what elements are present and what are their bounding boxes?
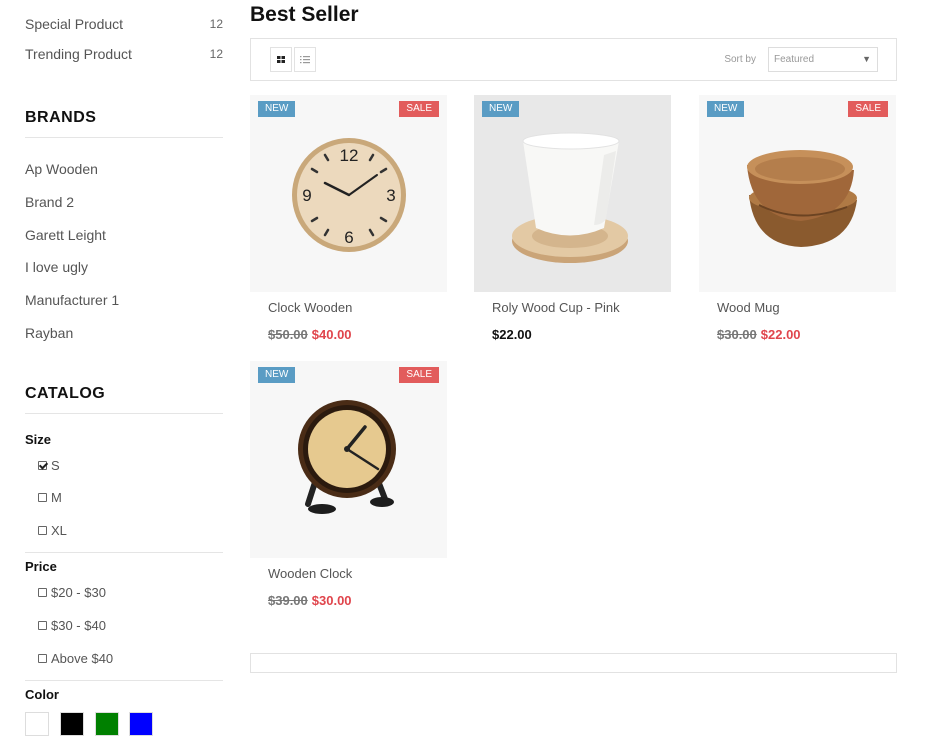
wall-clock-image: 12 3 6 9: [292, 138, 406, 252]
page-title: Best Seller: [250, 3, 359, 26]
sale-price: $40.00: [311, 327, 352, 342]
price-option-30-40[interactable]: $30 - $40: [38, 618, 106, 633]
new-badge: NEW: [258, 367, 296, 383]
product-price: $39.00 $30.00: [268, 593, 352, 608]
sort-select[interactable]: Featured ▼: [768, 47, 878, 72]
product-price: $50.00 $40.00: [268, 327, 352, 342]
new-badge: NEW: [258, 101, 296, 117]
brand-link[interactable]: Rayban: [25, 325, 73, 341]
sidebar-link-count: 12: [209, 47, 223, 61]
grid-view-icon: [277, 56, 285, 63]
product-price: $30.00 $22.00: [717, 327, 801, 342]
product-name[interactable]: Roly Wood Cup - Pink: [492, 300, 620, 315]
old-price: $39.00: [268, 593, 308, 608]
svg-text:9: 9: [302, 186, 311, 205]
brand-link[interactable]: I love ugly: [25, 259, 88, 275]
color-swatch-blue[interactable]: [129, 712, 153, 736]
cup-image: [512, 132, 628, 263]
sidebar-link-label[interactable]: Trending Product: [25, 46, 132, 62]
sort-by-label: Sort by: [724, 54, 756, 65]
brand-link[interactable]: Brand 2: [25, 194, 74, 210]
old-price: $30.00: [717, 327, 757, 342]
checkbox-icon[interactable]: [38, 654, 47, 663]
size-option-m[interactable]: M: [38, 490, 62, 505]
product-toolbar: Sort by Featured ▼: [250, 38, 897, 81]
svg-text:3: 3: [386, 186, 395, 205]
product-image[interactable]: NEW SALE: [699, 95, 896, 292]
price-option-label: $20 - $30: [51, 585, 106, 600]
price-option-above-40[interactable]: Above $40: [38, 651, 113, 666]
sidebar-link-special-product[interactable]: Special Product 12: [25, 16, 223, 36]
color-facet-label: Color: [25, 687, 59, 702]
product-image[interactable]: NEW SALE 12 3 6 9: [250, 95, 447, 292]
product-image[interactable]: NEW SALE: [250, 361, 447, 558]
brand-link[interactable]: Garett Leight: [25, 227, 106, 243]
old-price: $50.00: [268, 327, 308, 342]
color-swatch-green[interactable]: [95, 712, 119, 736]
color-swatch-black[interactable]: [60, 712, 84, 736]
sale-badge: SALE: [399, 367, 439, 383]
brands-heading: BRANDS: [25, 109, 223, 138]
size-option-label: M: [51, 490, 62, 505]
color-swatch-white[interactable]: [25, 712, 49, 736]
price-option-label: $30 - $40: [51, 618, 106, 633]
sidebar-link-count: 12: [209, 17, 223, 31]
facet-divider: [25, 552, 223, 553]
brand-link[interactable]: Ap Wooden: [25, 161, 98, 177]
new-badge: NEW: [482, 101, 520, 117]
sale-badge: SALE: [399, 101, 439, 117]
checkbox-icon[interactable]: [38, 493, 47, 502]
list-view-icon: [300, 56, 310, 64]
size-option-label: XL: [51, 523, 67, 538]
product-price: $22.00: [492, 327, 532, 342]
product-name[interactable]: Wooden Clock: [268, 566, 352, 581]
sidebar-link-label[interactable]: Special Product: [25, 16, 123, 32]
caret-down-icon: ▼: [862, 54, 871, 64]
desk-clock-image: [298, 400, 396, 514]
checkbox-icon[interactable]: [38, 526, 47, 535]
size-option-label: S: [51, 458, 60, 473]
sale-badge: SALE: [848, 101, 888, 117]
svg-text:12: 12: [340, 146, 359, 165]
price-facet-label: Price: [25, 559, 57, 574]
size-option-xl[interactable]: XL: [38, 523, 67, 538]
list-view-button[interactable]: [294, 47, 316, 72]
price-option-label: Above $40: [51, 651, 114, 666]
wood-bowl-image: [747, 150, 857, 247]
price-option-20-30[interactable]: $20 - $30: [38, 585, 106, 600]
product-image[interactable]: NEW: [474, 95, 671, 292]
size-facet-label: Size: [25, 432, 52, 447]
regular-price: $22.00: [492, 327, 532, 342]
sidebar-link-trending-product[interactable]: Trending Product 12: [25, 46, 223, 66]
grid-view-button[interactable]: [270, 47, 292, 72]
product-name[interactable]: Wood Mug: [717, 300, 780, 315]
facet-divider: [25, 680, 223, 681]
sort-select-value: Featured: [774, 54, 815, 65]
checkbox-icon[interactable]: [38, 621, 47, 630]
size-option-s[interactable]: S: [38, 458, 60, 473]
pagination-bar: [250, 653, 897, 673]
new-badge: NEW: [707, 101, 745, 117]
svg-text:6: 6: [344, 228, 353, 247]
checkbox-checked-icon[interactable]: [38, 461, 47, 470]
sale-price: $30.00: [311, 593, 352, 608]
product-name[interactable]: Clock Wooden: [268, 300, 352, 315]
checkbox-icon[interactable]: [38, 588, 47, 597]
catalog-heading: CATALOG: [25, 385, 223, 414]
sale-price: $22.00: [760, 327, 801, 342]
brand-link[interactable]: Manufacturer 1: [25, 292, 119, 308]
